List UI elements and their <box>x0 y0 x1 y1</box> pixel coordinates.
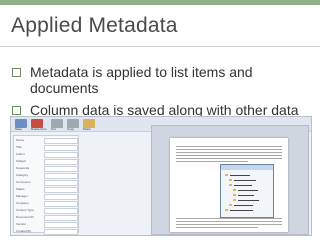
property-label: Document ID <box>16 215 34 219</box>
slide: Applied Metadata Metadata is applied to … <box>0 0 320 240</box>
word-document-window <box>151 125 309 235</box>
property-label: Manager <box>16 194 28 198</box>
property-row: Company <box>16 201 78 207</box>
property-field[interactable] <box>44 173 78 179</box>
property-field[interactable] <box>44 229 78 235</box>
property-row: Comments <box>16 180 78 186</box>
property-row: Status <box>16 187 78 193</box>
text-line <box>176 149 282 150</box>
property-field[interactable] <box>44 180 78 186</box>
property-field[interactable] <box>44 145 78 151</box>
slide-title: Applied Metadata <box>11 14 178 37</box>
ribbon-button-label: Paste <box>83 127 91 131</box>
text-line <box>176 161 248 162</box>
text-line <box>176 155 282 156</box>
property-label: Comments <box>16 180 31 184</box>
square-bullet-icon <box>12 106 21 115</box>
property-row: Category <box>16 173 78 179</box>
tree-item-label <box>234 185 252 186</box>
text-line <box>176 218 282 219</box>
document-page <box>170 138 288 232</box>
property-row: Subject <box>16 159 78 165</box>
tree-item-label <box>238 195 254 196</box>
property-field[interactable] <box>44 159 78 165</box>
folder-icon <box>233 194 236 196</box>
folder-tree-dialog[interactable] <box>220 164 274 218</box>
bullet-text: Metadata is applied to list items and do… <box>30 64 253 96</box>
property-row: Content Type <box>16 208 78 214</box>
property-label: Name <box>16 138 25 142</box>
text-line <box>176 227 258 228</box>
property-field[interactable] <box>44 215 78 221</box>
property-label: Status <box>16 187 25 191</box>
folder-icon <box>229 204 232 206</box>
property-row: Created By <box>16 229 78 235</box>
ribbon-button-label: Save <box>15 127 22 131</box>
property-field[interactable] <box>44 166 78 172</box>
folder-icon <box>233 189 236 191</box>
folder-icon <box>225 209 228 211</box>
property-label: Content Type <box>16 208 34 212</box>
text-line <box>176 146 282 147</box>
folder-icon <box>233 199 236 201</box>
property-label: Category <box>16 173 29 177</box>
folder-icon <box>225 174 228 176</box>
document-properties-panel: Name Title Author Subject Keywords Categ… <box>13 135 79 235</box>
property-row: Manager <box>16 194 78 200</box>
property-field[interactable] <box>44 187 78 193</box>
ribbon-button-label: Cut <box>51 127 56 131</box>
property-field[interactable] <box>44 152 78 158</box>
tree-item-label <box>234 180 256 181</box>
property-row: Version <box>16 222 78 228</box>
text-line <box>176 158 282 159</box>
tree-item-label <box>238 190 258 191</box>
property-label: Subject <box>16 159 27 163</box>
property-label: Company <box>16 201 29 205</box>
property-field[interactable] <box>44 194 78 200</box>
property-row: Title <box>16 145 78 151</box>
property-field[interactable] <box>44 201 78 207</box>
property-row: Name <box>16 138 78 144</box>
property-field[interactable] <box>44 222 78 228</box>
property-label: Author <box>16 152 25 156</box>
dialog-titlebar <box>221 165 273 170</box>
property-label: Version <box>16 222 27 226</box>
bullet-item: Metadata is applied to list items and do… <box>10 64 310 96</box>
text-line <box>176 221 282 222</box>
property-row: Document ID <box>16 215 78 221</box>
bullet-list: Metadata is applied to list items and do… <box>10 64 310 124</box>
square-bullet-icon <box>12 68 21 77</box>
tree-item-label <box>234 205 253 206</box>
ribbon-button-label: Copy <box>67 127 75 131</box>
accent-bar <box>0 0 320 5</box>
property-label: Title <box>16 145 22 149</box>
property-field[interactable] <box>44 208 78 214</box>
embedded-screenshot: Save Delete Item Cut Copy Paste Name Tit… <box>10 116 312 236</box>
tree-item-label <box>238 200 259 201</box>
property-label: Keywords <box>16 166 30 170</box>
text-line <box>176 224 282 225</box>
property-label: Created By <box>16 229 32 233</box>
tree-item-label <box>230 175 250 176</box>
folder-icon <box>229 184 232 186</box>
folder-icon <box>229 179 232 181</box>
property-row: Keywords <box>16 166 78 172</box>
property-field[interactable] <box>44 138 78 144</box>
title-divider <box>0 46 320 47</box>
tree-item-label <box>230 210 253 211</box>
property-row: Author <box>16 152 78 158</box>
text-line <box>176 152 282 153</box>
ribbon-button-label: Delete Item <box>31 127 47 131</box>
